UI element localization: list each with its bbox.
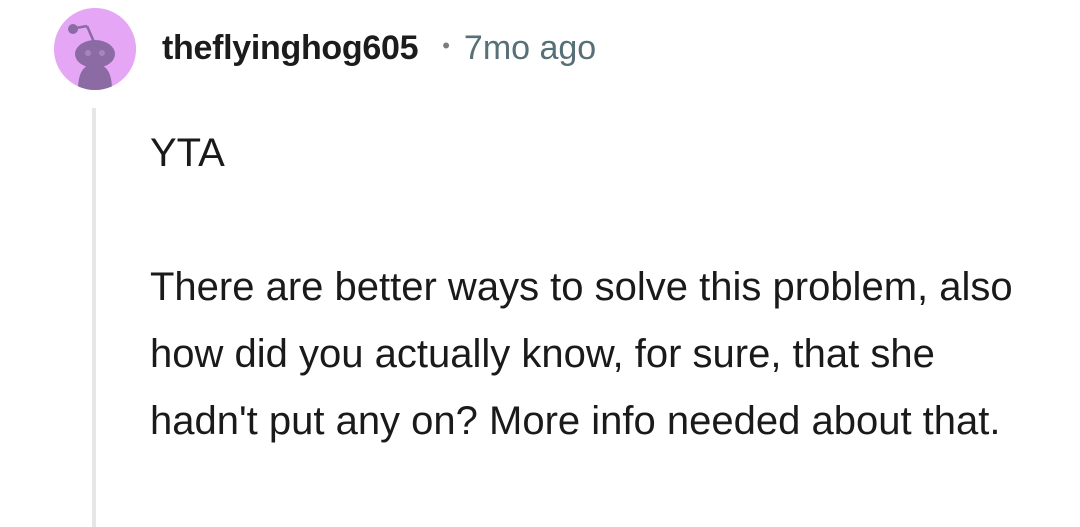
user-avatar-icon[interactable]: [54, 8, 136, 90]
timestamp: 7mo ago: [463, 28, 597, 67]
comment-meta: theflyinghog605 • 7mo ago: [162, 26, 596, 70]
comment-body: YTA There are better ways to solve this …: [150, 120, 1050, 455]
comment-text: There are better ways to solve this prob…: [150, 265, 1013, 443]
comment: theflyinghog605 • 7mo ago YTA There are …: [0, 0, 1080, 527]
comment-verdict: YTA: [150, 131, 225, 175]
separator-dot: •: [442, 33, 450, 58]
thread-line[interactable]: [92, 108, 96, 527]
username-link[interactable]: theflyinghog605: [162, 29, 419, 68]
